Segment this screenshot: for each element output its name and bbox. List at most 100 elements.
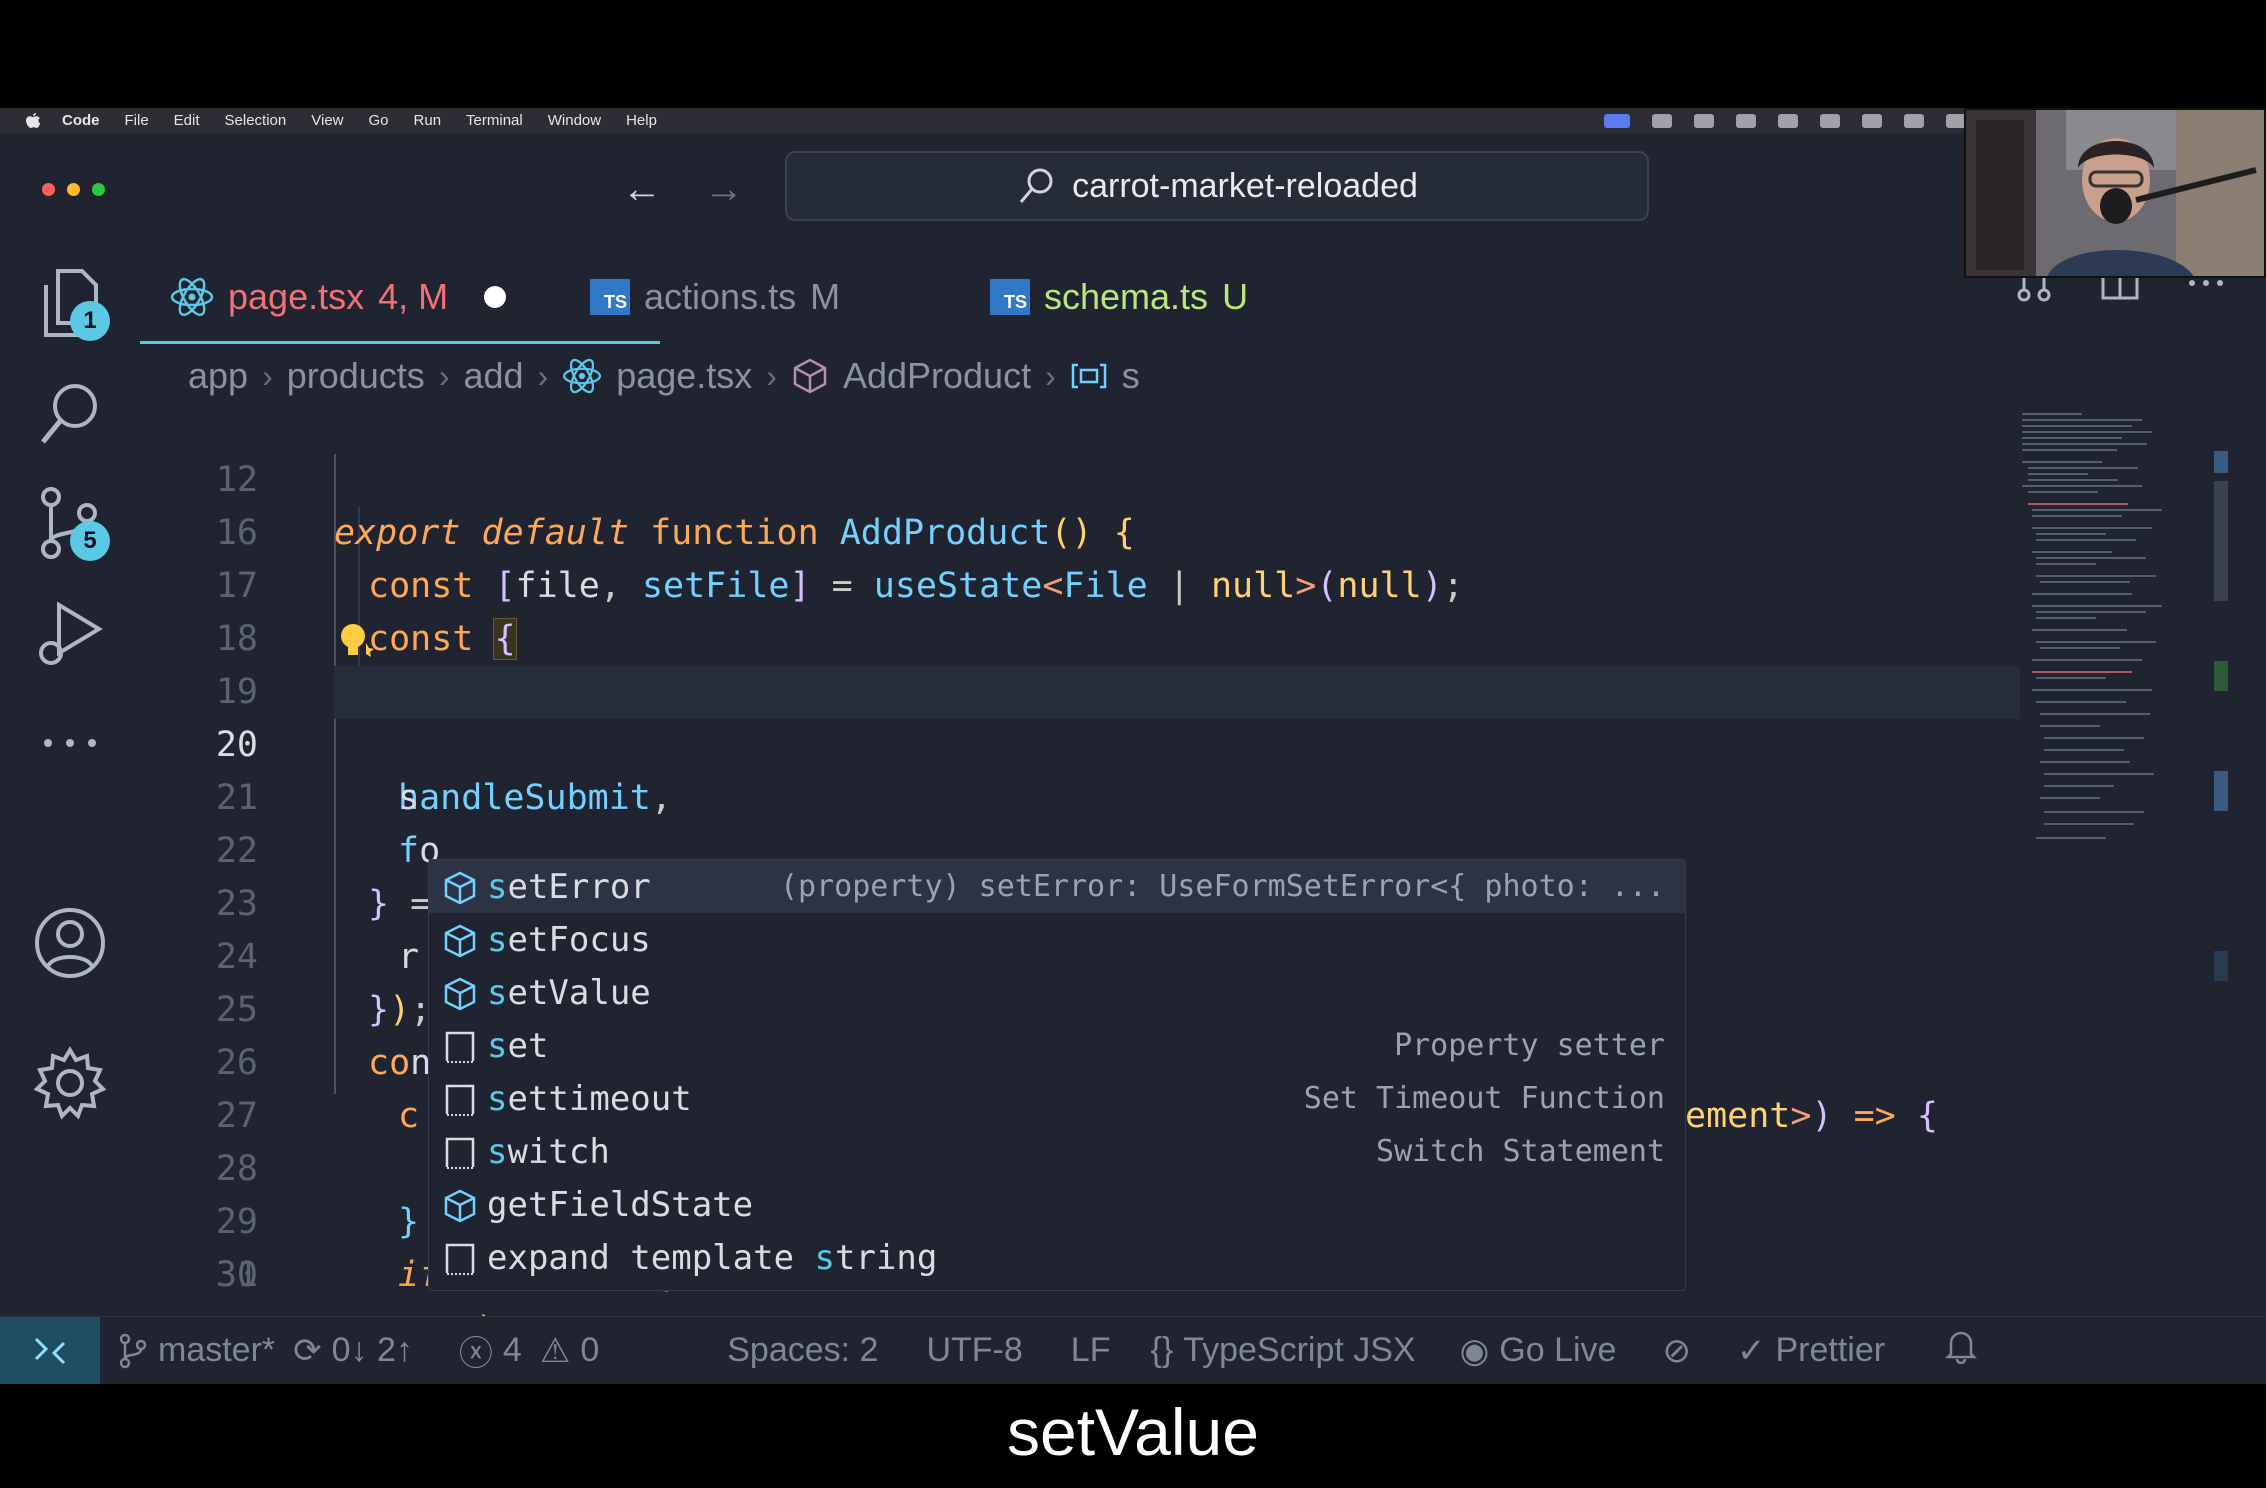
suggestion-item[interactable]: settimeout Set Timeout Function (429, 1072, 1685, 1125)
broadcast-icon: ◉ (1459, 1331, 1490, 1370)
property-icon (441, 976, 479, 1012)
status-icon[interactable] (1736, 113, 1756, 128)
suggestion-label: setFocus (487, 919, 651, 960)
suggestion-item[interactable]: setFocus (429, 913, 1685, 966)
property-icon (441, 923, 479, 959)
back-arrow-icon[interactable]: ← (622, 167, 662, 212)
code-line: 22 } = (140, 772, 2020, 924)
react-icon (563, 358, 602, 394)
run-debug-icon[interactable] (30, 595, 110, 675)
property-icon (441, 1188, 479, 1224)
more-icon[interactable] (30, 703, 110, 783)
menu-run[interactable]: Run (414, 112, 442, 129)
screen-share-icon[interactable] (1604, 113, 1630, 128)
git-branch-icon (119, 1333, 147, 1368)
menu-window[interactable]: Window (548, 112, 601, 129)
window-controls (42, 183, 105, 196)
breadcrumb-item[interactable]: page.tsx (616, 355, 752, 397)
property-icon (441, 870, 479, 906)
menu-file[interactable]: File (125, 112, 149, 129)
navigation-arrows: ← → (622, 167, 744, 212)
warning-icon: ⚠ (539, 1331, 571, 1370)
menu-selection[interactable]: Selection (225, 112, 287, 129)
menu-edit[interactable]: Edit (174, 112, 200, 129)
video-letterbox-top (0, 0, 2266, 108)
suggestion-item[interactable]: setError (property) setError: UseFormSet… (429, 860, 1685, 913)
account-icon[interactable] (30, 903, 110, 983)
tab-schema-ts[interactable]: TS schema.ts U (990, 267, 1248, 327)
status-icon[interactable] (1778, 113, 1798, 128)
camera-icon[interactable] (1652, 113, 1672, 128)
menu-terminal[interactable]: Terminal (466, 112, 523, 129)
settings-gear-icon[interactable] (30, 1043, 110, 1123)
tab-label: schema.ts (1044, 276, 1209, 317)
unsaved-dot-icon[interactable] (484, 286, 507, 308)
zoom-window-button[interactable] (92, 183, 105, 196)
suggestion-item[interactable]: getFieldState (429, 1178, 1685, 1231)
ts-icon: TS (590, 279, 630, 315)
menu-code[interactable]: Code (62, 112, 100, 129)
breadcrumb-item[interactable]: app (188, 355, 248, 397)
minimap-slider[interactable] (2214, 481, 2228, 601)
lightbulb-icon[interactable] (338, 621, 374, 661)
chevron-right-icon: › (766, 357, 777, 394)
snippet-icon (441, 1241, 479, 1277)
encoding-status[interactable]: UTF-8 (926, 1331, 1022, 1370)
activity-bar: 1 5 (0, 243, 138, 1293)
prettier-status[interactable]: ✓ Prettier (1737, 1331, 1885, 1371)
sync-status[interactable]: ⟳ 0↓ 2↑ (293, 1331, 413, 1371)
breadcrumb-item[interactable]: AddProduct (843, 355, 1031, 397)
minimize-window-button[interactable] (67, 183, 80, 196)
problems-status[interactable]: ⓧ 4 ⚠ 0 (459, 1326, 599, 1375)
display-icon[interactable] (1904, 113, 1924, 128)
volume-icon[interactable] (1820, 113, 1840, 128)
tab-page-tsx[interactable]: page.tsx 4, M (170, 267, 507, 327)
chevron-right-icon: › (1045, 357, 1056, 394)
language-status[interactable]: {} TypeScript JSX (1150, 1331, 1415, 1370)
workspace-name: carrot-market-reloaded (1072, 166, 1418, 205)
eol-status[interactable]: LF (1071, 1331, 1111, 1370)
current-line: 20 s (216, 666, 2020, 818)
menu-go[interactable]: Go (369, 112, 389, 129)
apple-icon[interactable] (24, 112, 42, 130)
notifications-bell-icon[interactable] (1945, 1328, 1978, 1373)
title-bar: ← → carrot-market-reloaded (0, 133, 2266, 243)
suggestion-item[interactable]: setValue (429, 966, 1685, 1019)
branch-status[interactable]: master* (118, 1331, 275, 1370)
go-live-button[interactable]: ◉ Go Live (1460, 1331, 1617, 1371)
breadcrumb-item[interactable]: products (287, 355, 425, 397)
search-icon[interactable] (30, 373, 110, 453)
minimap[interactable] (2018, 401, 2228, 1161)
code-line: 18 register, (140, 560, 2020, 712)
webcam-feed-image (1966, 110, 2264, 276)
macos-menubar: Code File Edit Selection View Go Run Ter… (0, 108, 2266, 133)
suggestion-detail: Property setter (1394, 1028, 1665, 1063)
source-control-icon[interactable]: 5 (30, 483, 110, 563)
check-icon: ✓ (1736, 1331, 1766, 1370)
input-source-icon[interactable] (1946, 113, 1966, 128)
breadcrumb-item[interactable]: add (463, 355, 523, 397)
menu-view[interactable]: View (311, 112, 343, 129)
breadcrumb-item[interactable]: s (1122, 355, 1140, 397)
suggestion-item[interactable]: expand template string (429, 1231, 1685, 1284)
bluetooth-icon[interactable] (1862, 113, 1882, 128)
copilot-icon[interactable]: ⊘ (1662, 1331, 1691, 1371)
error-count: 4 (502, 1331, 522, 1369)
editor-tabs: page.tsx 4, M TS actions.ts M TS schema.… (140, 243, 2020, 343)
status-icon[interactable] (1694, 113, 1714, 128)
active-tab-indicator (140, 341, 660, 344)
explorer-icon[interactable]: 1 (30, 263, 110, 343)
remote-indicator-icon[interactable] (0, 1316, 100, 1385)
branch-name: master* (158, 1331, 276, 1369)
suggestion-item[interactable]: switch Switch Statement (429, 1125, 1685, 1178)
forward-arrow-icon[interactable]: → (704, 167, 744, 212)
indentation-status[interactable]: Spaces: 2 (727, 1331, 878, 1370)
menu-help[interactable]: Help (626, 112, 657, 129)
suggestion-item[interactable]: set Property setter (429, 1019, 1685, 1072)
command-center-search[interactable]: carrot-market-reloaded (785, 151, 1649, 221)
close-window-button[interactable] (42, 183, 55, 196)
minimap-marker (2214, 951, 2228, 981)
tab-actions-ts[interactable]: TS actions.ts M (590, 267, 840, 327)
scm-badge: 5 (70, 521, 110, 561)
minimap-marker (2214, 451, 2228, 473)
